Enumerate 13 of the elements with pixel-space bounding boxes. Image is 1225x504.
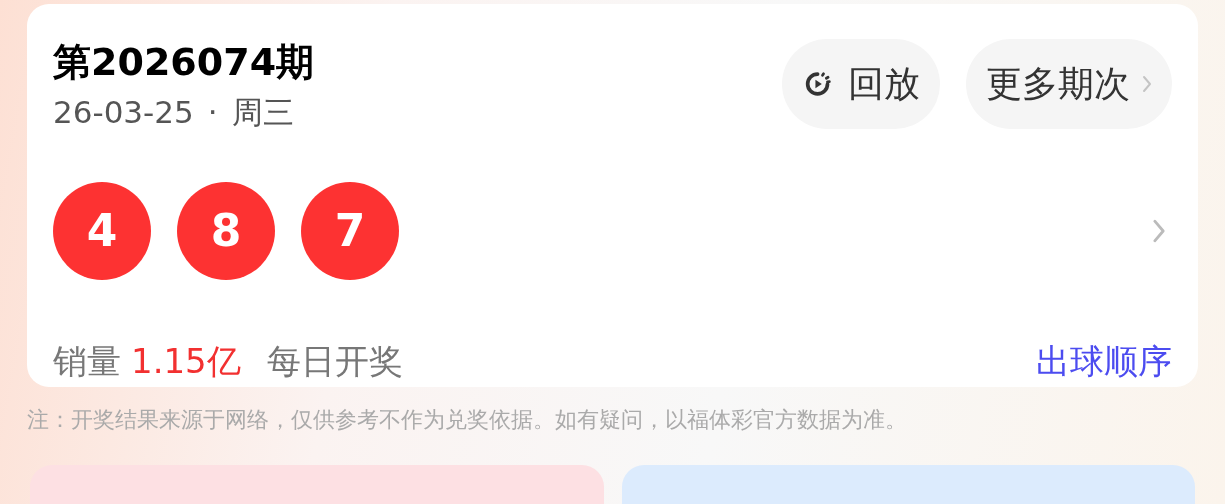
ball-order-link[interactable]: 出球顺序 — [1036, 336, 1172, 387]
sales-label: 销量 — [53, 340, 121, 383]
draw-weekday: 周三 — [231, 93, 294, 132]
chevron-right-icon — [1152, 218, 1166, 244]
separator-dot: · — [207, 93, 218, 132]
draw-title: 第2026074期 — [53, 39, 315, 86]
more-draws-button[interactable]: 更多期次 — [966, 39, 1172, 129]
draw-schedule: 每日开奖 — [266, 340, 403, 383]
disclaimer-note: 注：开奖结果来源于网络，仅供参考不作为兑奖依据。如有疑问，以福体彩官方数据为准。 — [27, 406, 908, 434]
replay-button[interactable]: 回放 — [782, 39, 940, 129]
draw-date: 26-03-25 — [53, 93, 194, 132]
chevron-right-icon — [1142, 75, 1152, 93]
sales-value: 1.15亿 — [131, 340, 241, 383]
